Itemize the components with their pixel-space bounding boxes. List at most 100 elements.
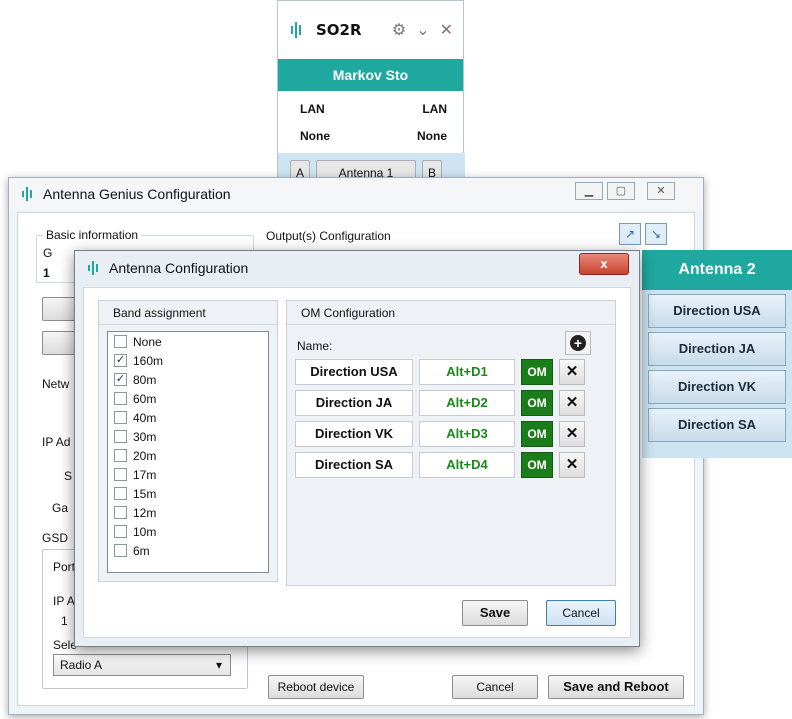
band-label: 10m [133,524,157,539]
antenna-config-dialog: Antenna Configuration x Band assignment … [74,250,640,647]
band-list: None ✓ 160m ✓ 80m 60m 40m 30m 20m 17m 15m 12m 10m 6m [107,331,269,573]
gear-icon[interactable]: ⚙ [392,20,406,40]
band-checkbox[interactable] [114,525,127,538]
save-and-reboot-button[interactable]: Save and Reboot [548,675,684,699]
direction-ja-button[interactable]: Direction JA [648,332,786,366]
basic-value: 1 [43,266,50,280]
band-header: Band assignment [99,301,277,325]
band-item[interactable]: ✓ 160m [108,351,268,370]
dialog-save-button[interactable]: Save [462,600,528,626]
outputs-label: Output(s) Configuration [266,229,391,243]
band-item[interactable]: 15m [108,484,268,503]
direction-usa-button[interactable]: Direction USA [648,294,786,328]
band-label: 40m [133,410,157,425]
direction-sa-button[interactable]: Direction SA [648,408,786,442]
om-name-field[interactable]: Direction SA [295,452,413,478]
band-label: 20m [133,448,157,463]
port-label: Port [53,560,76,574]
om-header: OM Configuration [287,301,615,325]
basic-info-label: Basic information [43,228,142,242]
om-row: Direction SA Alt+D4 OM ✕ [295,452,585,478]
maximize-icon[interactable]: ▢ [607,182,635,200]
om-row: Direction USA Alt+D1 OM ✕ [295,359,585,385]
close-icon[interactable]: ✕ [647,182,675,200]
om-row: Direction JA Alt+D2 OM ✕ [295,390,585,416]
om-tag-button[interactable]: OM [521,359,553,385]
om-tag-button[interactable]: OM [521,390,553,416]
add-om-button[interactable]: + [565,331,591,355]
band-item[interactable]: 10m [108,522,268,541]
band-checkbox[interactable] [114,487,127,500]
band-item[interactable]: 12m [108,503,268,522]
band-item[interactable]: 20m [108,446,268,465]
band-checkbox[interactable]: ✓ [114,373,127,386]
band-label: 60m [133,391,157,406]
station-name: Markov Sto [278,59,463,91]
ip2-label: IP A [53,594,75,608]
delete-icon[interactable]: ✕ [559,452,585,478]
subnet-label: S [64,469,73,483]
om-hotkey-field[interactable]: Alt+D1 [419,359,515,385]
band-item[interactable]: 17m [108,465,268,484]
radio-select[interactable]: Radio A ▾ [53,654,231,676]
band-label: 6m [133,543,150,558]
om-name-field[interactable]: Direction JA [295,390,413,416]
om-tag-button[interactable]: OM [521,452,553,478]
band-item[interactable]: 60m [108,389,268,408]
export-icon[interactable]: ↗ [619,223,641,245]
band-label: 160m [133,353,164,368]
band-checkbox[interactable] [114,392,127,405]
band-item[interactable]: 6m [108,541,268,560]
so2r-source-row: LAN LAN [278,95,463,122]
band-label: 30m [133,429,157,444]
so2r-title: SO2R [316,21,362,39]
waveform-logo-icon [291,22,301,38]
reboot-device-button[interactable]: Reboot device [268,675,364,699]
minimize-icon[interactable]: ▁ [575,182,603,200]
delete-icon[interactable]: ✕ [559,359,585,385]
main-cancel-button[interactable]: Cancel [452,675,538,699]
band-checkbox[interactable] [114,430,127,443]
band-checkbox[interactable] [114,468,127,481]
port-value: 1 [61,614,68,628]
dropdown-arrow-icon: ▾ [215,658,222,672]
dialog-body: Band assignment None ✓ 160m ✓ 80m 60m 40m 30m 20… [83,287,631,638]
dialog-cancel-button[interactable]: Cancel [546,600,616,626]
band-checkbox[interactable] [114,411,127,424]
om-config-pane: OM Configuration Name: + Direction USA Al… [286,300,616,586]
om-hotkey-field[interactable]: Alt+D2 [419,390,515,416]
direction-vk-button[interactable]: Direction VK [648,370,786,404]
band-checkbox[interactable] [114,335,127,348]
so2r-band-row: None None [278,122,463,149]
band-item[interactable]: 30m [108,427,268,446]
band-item[interactable]: None [108,332,268,351]
om-row: Direction VK Alt+D3 OM ✕ [295,421,585,447]
band-label: 17m [133,467,157,482]
om-hotkey-field[interactable]: Alt+D4 [419,452,515,478]
om-name-field[interactable]: Direction USA [295,359,413,385]
antenna2-panel: Antenna 2 Direction USA Direction JA Dir… [642,250,792,458]
delete-icon[interactable]: ✕ [559,390,585,416]
delete-icon[interactable]: ✕ [559,421,585,447]
om-tag-button[interactable]: OM [521,421,553,447]
band-checkbox[interactable] [114,506,127,519]
om-hotkey-field[interactable]: Alt+D3 [419,421,515,447]
band-item[interactable]: 40m [108,408,268,427]
band-label: None [133,334,162,349]
main-window-title: Antenna Genius Configuration [43,186,231,202]
band-checkbox[interactable]: ✓ [114,354,127,367]
dialog-close-button[interactable]: x [579,253,629,275]
band-item[interactable]: ✓ 80m [108,370,268,389]
band-checkbox[interactable] [114,449,127,462]
band-checkbox[interactable] [114,544,127,557]
so2r-header: SO2R ⚙ ⌄ ✕ [278,1,463,59]
import-icon[interactable]: ↘ [645,223,667,245]
antenna2-title: Antenna 2 [642,250,792,290]
om-name-field[interactable]: Direction VK [295,421,413,447]
name-label: Name: [297,339,333,353]
right-source: LAN [422,101,447,116]
band-assignment-pane: Band assignment None ✓ 160m ✓ 80m 60m 40m 30m 20… [98,300,278,582]
gsd-label: GSD [42,531,69,545]
chevron-down-icon[interactable]: ⌄ [416,20,429,40]
close-icon[interactable]: ✕ [440,20,453,40]
